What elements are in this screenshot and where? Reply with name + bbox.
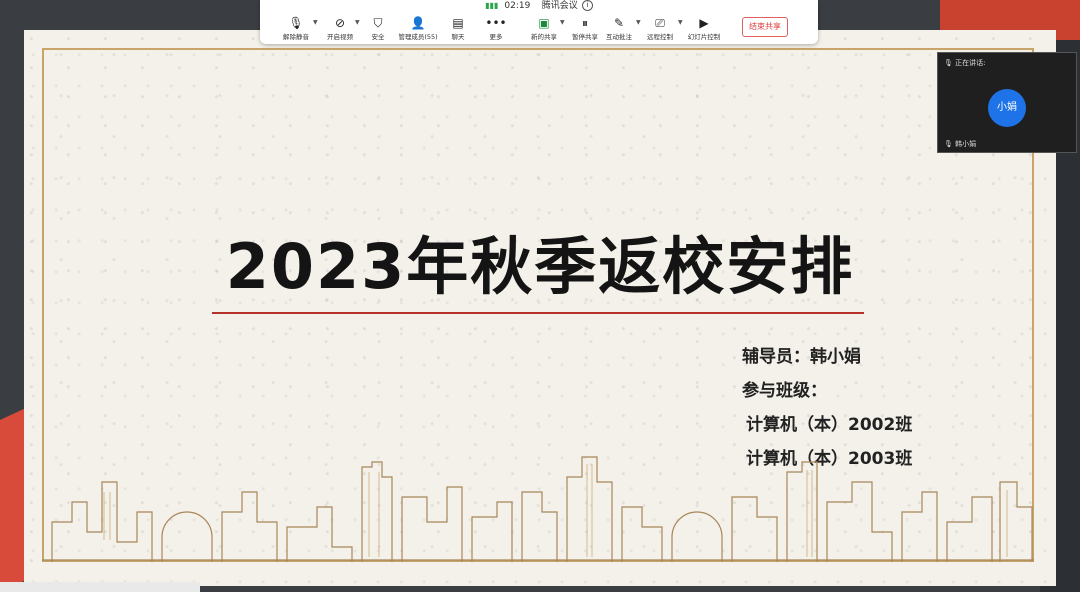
meeting-toolbar: ▮▮▮ 02:19 腾讯会议 i 🎙 解除静音 ▼ ⊘ 开启视频 ▼ ⛉ 安全 👤 … xyxy=(260,0,818,44)
shield-icon: ⛉ xyxy=(373,16,383,30)
slideshow-icon: ▶ xyxy=(699,16,709,30)
new-share-label: 新的共享 xyxy=(531,33,557,41)
app-name: 腾讯会议 xyxy=(541,1,578,11)
meeting-time: 02:19 xyxy=(504,1,531,11)
start-video-label: 开启视频 xyxy=(327,33,353,41)
pause-share-label: 暂停共享 xyxy=(572,33,598,41)
counselor-text: 辅导员：韩小娟 xyxy=(742,347,861,367)
signal-icon: ▮▮▮ xyxy=(485,1,499,10)
classes-label: 参与班级： xyxy=(742,381,827,401)
manage-members-button[interactable]: 👤 管理成员(55) xyxy=(396,15,440,41)
shared-slide: 2023年秋季返校安排 辅导员：韩小娟 参与班级： 计算机（本）2002班 计算… xyxy=(24,30,1056,586)
unmute-button[interactable]: 🎙 解除静音 xyxy=(274,15,318,41)
mic-icon: 🎙 xyxy=(944,140,953,148)
mic-muted-icon: 🎙 xyxy=(288,16,304,30)
city-skyline-illustration xyxy=(42,456,1034,562)
participant-name-row: 🎙 韩小娟 xyxy=(944,139,976,149)
security-button[interactable]: ⛉ 安全 xyxy=(356,15,400,41)
annotate-icon: ✎ xyxy=(613,16,625,30)
members-icon: 👤 xyxy=(410,16,426,30)
end-share-button[interactable]: 结束共享 xyxy=(742,17,788,37)
unmute-label: 解除静音 xyxy=(283,33,309,41)
slideshow-control-label: 幻灯片控制 xyxy=(687,33,721,41)
taskbar-strip xyxy=(0,582,200,592)
avatar: 小娟 xyxy=(988,89,1026,127)
remote-control-icon: ⎚ xyxy=(655,16,665,30)
participant-name: 韩小娟 xyxy=(955,140,977,148)
speaking-status: 🎙 正在讲话: xyxy=(944,58,985,68)
info-icon[interactable]: i xyxy=(581,0,593,11)
slide-title: 2023年秋季返校安排 xyxy=(225,230,855,303)
security-label: 安全 xyxy=(371,33,385,41)
participant-panel[interactable]: 🎙 正在讲话: 小娟 🎙 韩小娟 xyxy=(937,52,1077,153)
speaking-label: 正在讲话: xyxy=(955,59,986,67)
chat-label: 聊天 xyxy=(451,33,465,41)
remote-control-label: 远程控制 xyxy=(647,33,673,41)
annotate-label: 互动批注 xyxy=(606,33,632,41)
class-item: 计算机（本）2002班 xyxy=(746,415,913,435)
title-underline xyxy=(212,312,864,314)
remote-control-button[interactable]: ⎚ 远程控制 xyxy=(638,15,682,41)
annotate-button[interactable]: ✎ 互动批注 xyxy=(597,15,641,41)
more-label: 更多 xyxy=(489,33,503,41)
manage-members-label: 管理成员(55) xyxy=(398,33,438,41)
more-icon: ••• xyxy=(485,16,507,30)
chevron-down-icon[interactable]: ▼ xyxy=(313,19,318,26)
slideshow-control-button[interactable]: ▶ 幻灯片控制 xyxy=(682,15,726,41)
mic-icon: 🎙 xyxy=(944,59,953,67)
toolbar-header: ▮▮▮ 02:19 腾讯会议 i xyxy=(260,0,818,12)
more-button[interactable]: ••• 更多 xyxy=(474,15,518,41)
